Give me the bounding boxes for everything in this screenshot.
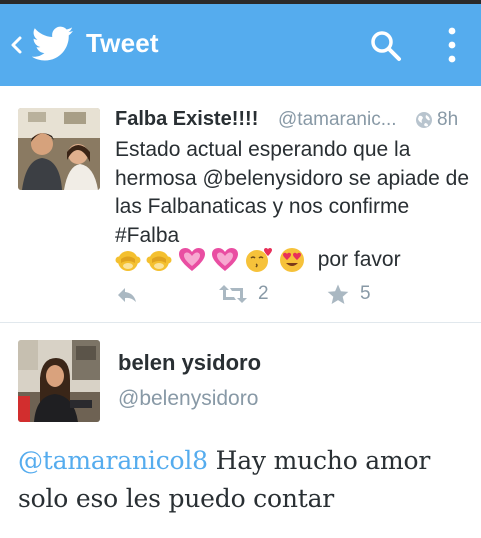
tweet-divider <box>0 322 481 323</box>
twitter-bird-icon[interactable] <box>32 26 74 62</box>
tweet-card[interactable]: Falba Existe!!!! @tamaranic... 8h Estado… <box>0 86 481 322</box>
page-title: Tweet <box>86 28 159 58</box>
favorite-count: 5 <box>360 283 371 304</box>
heart-eyes-icon <box>280 248 305 272</box>
emoji-row: por favor <box>115 247 401 275</box>
globe-icon <box>416 112 432 128</box>
overflow-menu-icon[interactable] <box>442 24 462 66</box>
back-chevron-icon[interactable] <box>6 30 28 60</box>
kiss-face-icon <box>245 248 272 272</box>
emoji-trailing-text: por favor <box>317 248 401 271</box>
tweet-header: Falba Existe!!!! @tamaranic... 8h <box>115 108 475 136</box>
retweet-count: 2 <box>258 283 269 304</box>
search-icon[interactable] <box>368 28 404 64</box>
pink-heart-icon <box>178 248 205 271</box>
avatar[interactable] <box>18 340 100 422</box>
mention-link[interactable]: @tamaranicol8 <box>18 446 208 475</box>
reply-icon[interactable] <box>116 284 138 306</box>
pink-heart-icon <box>212 248 239 271</box>
tweet-text: Estado actual esperando que la hermosa @… <box>115 138 470 247</box>
tweet-timestamp: 8h <box>437 109 459 130</box>
retweet-icon[interactable] <box>218 283 248 305</box>
app-bar: Tweet <box>0 4 481 86</box>
tweet-text: @tamaranicol8 Hay mucho amor solo eso le… <box>18 442 478 518</box>
author-name[interactable]: belen ysidoro <box>118 350 261 376</box>
monkey-icon <box>146 251 172 271</box>
author-handle[interactable]: @belenysidoro <box>118 387 258 411</box>
author-name[interactable]: Falba Existe!!!! <box>115 108 258 131</box>
star-icon[interactable] <box>326 283 350 307</box>
monkey-icon <box>115 251 141 271</box>
author-handle[interactable]: @tamaranic... <box>278 109 397 131</box>
avatar[interactable] <box>18 108 100 190</box>
